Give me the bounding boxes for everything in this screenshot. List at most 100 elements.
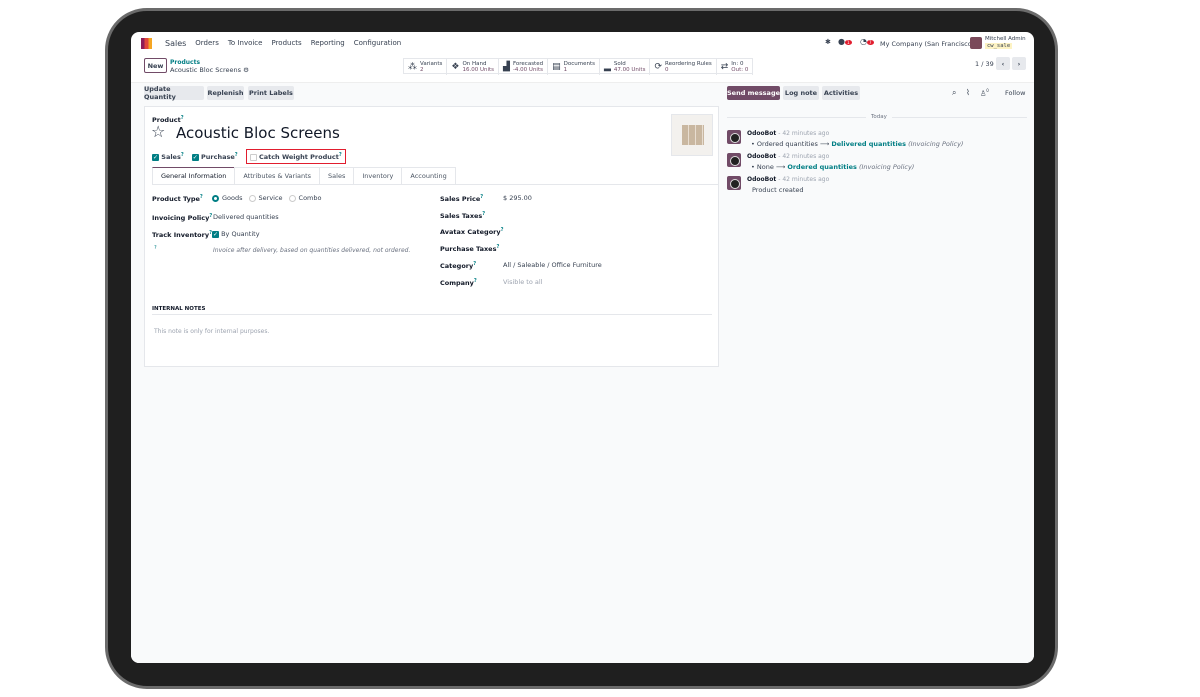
user-name[interactable]: Mitchell Admin [985,36,1026,42]
cubes-icon: ❖ [451,62,460,72]
company-label: Company? [440,278,477,288]
smart-buttons: ⁂ Variants 2 ❖ On Hand 16.00 Units ▟ Forecasted… [403,58,754,75]
breadcrumb-products[interactable]: Products [170,59,200,66]
log-note-button[interactable]: Log note [783,86,819,100]
product-type-radio: Goods Service Combo [212,194,322,202]
print-labels-button[interactable]: Print Labels [248,86,294,100]
product-form: Product? ☆ Acoustic Bloc Screens ✓ Sales… [144,106,719,367]
variants-icon: ⁂ [408,62,417,72]
stat-value: 0 [665,67,669,73]
smart-button-cubes[interactable]: ❖ On Hand 16.00 Units [447,59,500,75]
screen: Sales Orders To Invoice Products Reporti… [131,32,1034,663]
signal-icon: ▂ [603,62,611,72]
stat-value: Out: 0 [731,67,749,73]
date-today: Today [866,114,892,120]
track-inventory-label: Track Inventory? [152,230,212,240]
messages-icon[interactable]: ● 1 [838,37,852,46]
area-chart-icon: ▟ [503,62,510,72]
radio-combo[interactable]: Combo [288,194,322,202]
radio-service[interactable]: Service [248,194,283,202]
internal-notes-input[interactable]: This note is only for internal purposes. [154,328,269,335]
message-author: OdooBot [747,130,777,137]
pager-next-button[interactable]: › [1012,57,1026,70]
smart-button-refresh[interactable]: ⟳ Reordering Rules 0 [650,59,717,75]
pager-previous-button[interactable]: ‹ [996,57,1010,70]
stat-label: Documents [563,61,595,67]
odoobot-avatar [727,176,741,190]
stat-value: 2 [420,67,424,73]
internal-notes-title: INTERNAL NOTES [152,306,712,315]
invoicing-policy-label: Invoicing Policy? [152,213,213,223]
product-type-label: Product Type? [152,194,203,204]
document-icon: ▤ [552,62,561,72]
tab-attributes-variants[interactable]: Attributes & Variants [234,167,321,184]
stat-value: 16.00 Units [462,67,495,73]
activities-button[interactable]: Activities [822,86,860,100]
menu-configuration[interactable]: Configuration [354,39,401,47]
smart-button-document[interactable]: ▤ Documents 1 [548,59,600,75]
menu-orders[interactable]: Orders [195,39,219,47]
replenish-button[interactable]: Replenish [207,86,244,100]
bug-icon[interactable]: ✱ [825,38,831,46]
menu-products[interactable]: Products [271,39,301,47]
category-label: Category? [440,261,477,271]
followers-icon[interactable]: ♙0 [980,88,989,97]
smart-button-area-chart[interactable]: ▟ Forecasted -4.00 Units [499,59,549,75]
stat-label: Reordering Rules [665,61,712,67]
tab-general-information[interactable]: General Information [152,167,236,184]
company-field[interactable]: Visible to all [503,278,543,286]
menu-reporting[interactable]: Reporting [311,39,345,47]
company-switcher[interactable]: My Company (San Francisco) [880,40,974,48]
smart-button-signal[interactable]: ▂ Sold 47.00 Units [600,59,651,75]
smart-button-exchange[interactable]: ⇄ In: 0 Out: 0 [717,59,754,75]
message-author: OdooBot [747,153,777,160]
tab-accounting[interactable]: Accounting [401,167,456,184]
tab-sales[interactable]: Sales [319,167,355,184]
menu-to-invoice[interactable]: To Invoice [228,39,263,47]
pager-value: 1 / 39 [975,60,994,68]
message-time: - 42 minutes ago [778,176,830,183]
new-button[interactable]: New [144,58,167,73]
stat-value: 47.00 Units [613,67,646,73]
message-body: • None ⟶ Ordered quantities (Invoicing P… [751,163,915,171]
messages-badge: 1 [844,40,852,45]
product-name-input[interactable]: Acoustic Bloc Screens [176,124,340,142]
purchase-taxes-label: Purchase Taxes? [440,244,500,254]
app-name[interactable]: Sales [165,39,186,48]
sales-app-logo[interactable] [141,37,152,49]
message-body: • Ordered quantities ⟶ Delivered quantit… [751,140,964,148]
product-image[interactable] [671,114,713,156]
activities-icon[interactable]: ◔ 7 [860,37,874,46]
avatax-category-label: Avatax Category? [440,227,504,237]
stat-value: 1 [563,67,568,73]
smart-button-variants[interactable]: ⁂ Variants 2 [404,59,448,75]
activities-badge: 7 [866,40,874,45]
product-image-screens [682,125,704,145]
track-inventory-checkbox[interactable]: ✓ By Quantity [212,230,260,238]
invoicing-hint: Invoice after delivery, based on quantit… [213,247,411,254]
radio-goods[interactable]: Goods [212,194,243,202]
search-icon[interactable]: ⌕ [952,88,956,98]
follow-button[interactable]: Follow [1005,89,1025,97]
star-icon[interactable]: ☆ [151,122,165,141]
message-time: - 42 minutes ago [778,153,830,160]
gear-icon[interactable]: ⚙ [243,66,249,74]
database-name: cw_sale [985,43,1013,49]
odoobot-avatar [727,130,741,144]
invoicing-policy-field[interactable]: Delivered quantities [213,213,279,221]
user-avatar[interactable] [970,37,982,49]
update-quantity-button[interactable]: Update Quantity [144,85,204,101]
breadcrumb-current: Acoustic Bloc Screens ⚙ [170,66,249,74]
purchase-checkbox[interactable]: ✓ Purchase? [191,152,238,161]
send-message-button[interactable]: Send message [727,86,780,100]
notebook-tabs: General Information Attributes & Variant… [152,167,719,185]
help-icon: ? [154,245,157,251]
paperclip-icon[interactable]: ⌇ [966,88,970,97]
catch-weight-checkbox[interactable]: Catch Weight Product? [245,149,346,165]
exchange-icon: ⇄ [720,62,729,72]
message-body: Product created [752,186,804,194]
sales-checkbox[interactable]: ✓ Sales? [152,152,184,161]
sales-price-field[interactable]: $ 295.00 [503,194,532,202]
category-field[interactable]: All / Saleable / Office Furniture [503,261,602,269]
tab-inventory[interactable]: Inventory [353,167,403,184]
